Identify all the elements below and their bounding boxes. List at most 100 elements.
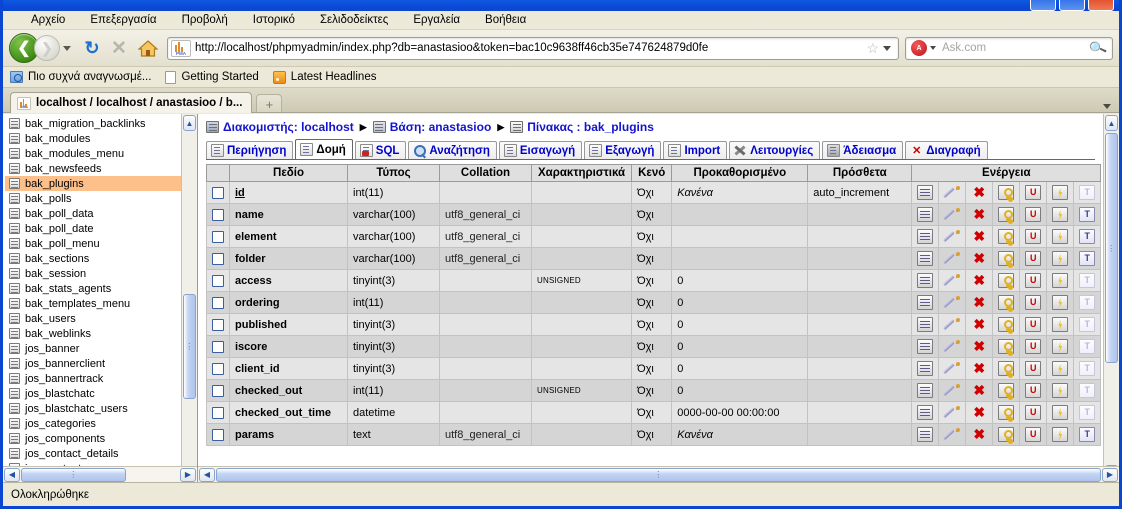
browse-icon[interactable] <box>917 295 934 310</box>
table-list-item[interactable]: bak_stats_agents <box>5 281 197 296</box>
forward-icon[interactable]: ❯ <box>34 35 60 61</box>
cell-action[interactable] <box>992 379 1021 402</box>
cell-action[interactable] <box>1046 335 1075 358</box>
row-checkbox[interactable] <box>212 318 224 331</box>
primary-key-icon[interactable] <box>998 361 1015 376</box>
pencil-icon[interactable] <box>944 251 961 266</box>
pencil-icon[interactable] <box>944 317 961 332</box>
cell-action[interactable] <box>911 335 940 358</box>
maximize-button[interactable] <box>1059 0 1085 11</box>
primary-key-icon[interactable] <box>998 185 1015 200</box>
table-list-item[interactable]: jos_contact_details <box>5 446 197 461</box>
browse-icon[interactable] <box>917 339 934 354</box>
cell-action[interactable] <box>911 313 940 336</box>
browse-icon[interactable] <box>917 427 934 442</box>
cell-action[interactable] <box>938 181 967 204</box>
hscrollbar-thumb[interactable]: ⋮ <box>21 467 126 482</box>
menu-item-view[interactable]: Προβολή <box>170 12 241 28</box>
bookmark-star-icon[interactable]: ☆ <box>866 40 879 57</box>
unique-icon[interactable]: U <box>1025 251 1042 266</box>
drop-x-icon[interactable]: ✖ <box>971 251 987 266</box>
cell-action[interactable]: T <box>1073 225 1102 248</box>
table-list-item[interactable]: bak_plugins <box>5 176 197 191</box>
fulltext-icon[interactable]: T <box>1079 251 1096 266</box>
tab-Περιήγηση[interactable]: Περιήγηση <box>206 141 294 159</box>
fulltext-icon[interactable]: T <box>1079 383 1096 398</box>
pencil-icon[interactable] <box>944 185 961 200</box>
cell-action[interactable] <box>911 225 940 248</box>
cell-action[interactable]: ✖ <box>965 313 994 336</box>
cell-action[interactable] <box>992 291 1021 314</box>
breadcrumb-table[interactable]: Πίνακας : bak_plugins <box>510 120 654 134</box>
cell-action[interactable]: T <box>1073 423 1102 446</box>
row-checkbox-cell[interactable] <box>206 357 230 380</box>
address-bar[interactable]: PMA http://localhost/phpmyadmin/index.ph… <box>167 36 899 60</box>
pencil-icon[interactable] <box>944 383 961 398</box>
cell-action[interactable]: T <box>1073 181 1102 204</box>
browse-icon[interactable] <box>917 229 934 244</box>
table-list-item[interactable]: jos_bannerclient <box>5 356 197 371</box>
cell-action[interactable] <box>992 335 1021 358</box>
cell-action[interactable] <box>1046 181 1075 204</box>
pencil-icon[interactable] <box>944 405 961 420</box>
index-icon[interactable] <box>1052 251 1069 266</box>
cell-action[interactable] <box>1046 401 1075 424</box>
header-field[interactable]: Πεδίο <box>229 164 348 182</box>
browse-icon[interactable] <box>917 405 934 420</box>
search-bar[interactable]: A Ask.com 🔍 <box>905 36 1113 60</box>
menu-item-history[interactable]: Ιστορικό <box>241 12 308 28</box>
cell-action[interactable] <box>911 401 940 424</box>
cell-action[interactable] <box>1046 357 1075 380</box>
menu-item-help[interactable]: Βοήθεια <box>473 12 539 28</box>
primary-key-icon[interactable] <box>998 251 1015 266</box>
index-icon[interactable] <box>1052 383 1069 398</box>
primary-key-icon[interactable] <box>998 229 1015 244</box>
fulltext-icon[interactable]: T <box>1079 273 1096 288</box>
hscroll-track[interactable]: ⋮ <box>216 467 1101 482</box>
primary-key-icon[interactable] <box>998 295 1015 310</box>
cell-action[interactable] <box>992 225 1021 248</box>
hscroll-track[interactable]: ⋮ <box>21 467 179 482</box>
browse-icon[interactable] <box>917 207 934 222</box>
cell-action[interactable] <box>938 203 967 226</box>
primary-key-icon[interactable] <box>998 383 1015 398</box>
magnifier-icon[interactable]: 🔍 <box>1088 38 1109 59</box>
pencil-icon[interactable] <box>944 427 961 442</box>
unique-icon[interactable]: U <box>1025 383 1042 398</box>
scrollbar-thumb[interactable]: ⋮ <box>183 294 196 399</box>
scroll-right-icon[interactable]: ▶ <box>180 467 196 482</box>
header-collation[interactable]: Collation <box>439 164 532 182</box>
table-list-item[interactable]: bak_poll_date <box>5 221 197 236</box>
row-checkbox-cell[interactable] <box>206 247 230 270</box>
breadcrumb-database[interactable]: Βάση: anastasioo <box>372 120 491 134</box>
cell-action[interactable]: T <box>1073 357 1102 380</box>
row-checkbox-cell[interactable] <box>206 335 230 358</box>
cell-action[interactable]: U <box>1019 225 1048 248</box>
cell-action[interactable] <box>911 379 940 402</box>
stop-close-icon[interactable]: ✕ <box>108 37 130 59</box>
table-list-item[interactable]: jos_bannertrack <box>5 371 197 386</box>
unique-icon[interactable]: U <box>1025 405 1042 420</box>
row-checkbox[interactable] <box>212 252 224 265</box>
row-checkbox[interactable] <box>212 230 224 243</box>
cell-action[interactable]: ✖ <box>965 247 994 270</box>
cell-action[interactable] <box>911 181 940 204</box>
menu-item-edit[interactable]: Επεξεργασία <box>78 12 169 28</box>
cell-action[interactable] <box>938 313 967 336</box>
menu-item-bookmarks[interactable]: Σελιδοδείκτες <box>308 12 401 28</box>
cell-action[interactable] <box>938 291 967 314</box>
browse-icon[interactable] <box>917 251 934 266</box>
cell-action[interactable]: ✖ <box>965 203 994 226</box>
row-checkbox-cell[interactable] <box>206 291 230 314</box>
cell-action[interactable]: U <box>1019 247 1048 270</box>
table-list-item[interactable]: bak_polls <box>5 191 197 206</box>
bookmark-latest-headlines[interactable]: Latest Headlines <box>272 70 376 84</box>
history-chevron-down-icon[interactable] <box>63 45 71 51</box>
fulltext-icon[interactable]: T <box>1079 185 1096 200</box>
tab-Άδειασμα[interactable]: Άδειασμα <box>822 141 904 159</box>
row-checkbox-cell[interactable] <box>206 423 230 446</box>
unique-icon[interactable]: U <box>1025 207 1042 222</box>
primary-key-icon[interactable] <box>998 273 1015 288</box>
navigation-horizontal-scrollbar[interactable]: ◀ ⋮ ▶ <box>3 466 197 482</box>
cell-action[interactable]: U <box>1019 401 1048 424</box>
